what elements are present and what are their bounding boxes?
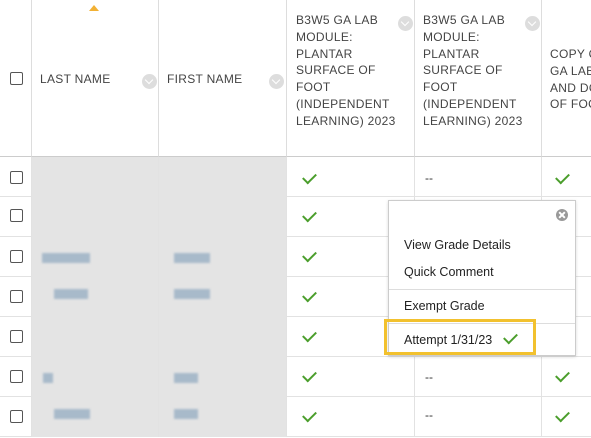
redacted-name: [43, 373, 53, 383]
row-checkbox[interactable]: [10, 330, 23, 343]
first-name-cell[interactable]: [159, 397, 287, 437]
chevron-down-icon[interactable]: [398, 16, 413, 31]
first-name-cell[interactable]: [159, 157, 287, 197]
grade-cell[interactable]: [287, 157, 415, 197]
row-checkbox[interactable]: [10, 370, 23, 383]
row-select-cell: [0, 357, 32, 397]
first-name-cell[interactable]: [159, 277, 287, 317]
checkmark-icon: [302, 169, 317, 185]
checkmark-icon: [555, 169, 570, 185]
checkmark-icon: [302, 287, 317, 303]
row-select-cell: [0, 157, 32, 197]
row-select-cell: [0, 277, 32, 317]
header-last-name[interactable]: LAST NAME: [32, 0, 159, 157]
last-name-cell[interactable]: [32, 157, 159, 197]
header-last-name-label: LAST NAME: [40, 72, 111, 86]
row-select-cell: [0, 397, 32, 437]
header-select-cell: [0, 0, 32, 157]
grade-cell[interactable]: --: [415, 157, 542, 197]
select-all-checkbox[interactable]: [10, 72, 23, 85]
redacted-name: [54, 409, 90, 419]
header-column-1-label: B3W5 GA LAB MODULE: PLANTAR SURFACE OF F…: [296, 13, 396, 128]
checkmark-icon: [302, 247, 317, 263]
last-name-cell[interactable]: [32, 397, 159, 437]
grade-cell[interactable]: [542, 357, 591, 397]
row-checkbox[interactable]: [10, 209, 23, 222]
checkmark-icon: [302, 207, 317, 223]
checkmark-icon: [302, 407, 317, 423]
menu-item-exempt-grade[interactable]: Exempt Grade: [404, 299, 485, 313]
last-name-cell[interactable]: [32, 197, 159, 237]
chevron-down-icon[interactable]: [142, 74, 157, 89]
redacted-name: [54, 289, 88, 299]
chevron-down-icon[interactable]: [525, 16, 540, 31]
row-select-cell: [0, 197, 32, 237]
first-name-cell[interactable]: [159, 317, 287, 357]
header-column-3[interactable]: COPY OF GA LAB AND DO OF FOOT: [542, 0, 591, 157]
header-column-3-label: COPY OF GA LAB AND DO OF FOOT: [550, 47, 591, 112]
menu-item-quick-comment[interactable]: Quick Comment: [404, 265, 494, 279]
first-name-cell[interactable]: [159, 357, 287, 397]
grade-value: --: [425, 171, 433, 185]
grade-cell[interactable]: --: [415, 397, 542, 437]
redacted-name: [42, 253, 90, 263]
menu-divider: [389, 289, 575, 290]
row-checkbox[interactable]: [10, 290, 23, 303]
header-first-name[interactable]: FIRST NAME: [159, 0, 287, 157]
grade-cell[interactable]: [542, 397, 591, 437]
grade-value: --: [425, 408, 433, 422]
checkmark-icon: [302, 327, 317, 343]
grade-cell[interactable]: [542, 157, 591, 197]
attempt-highlight-box: [384, 319, 536, 355]
redacted-name: [174, 373, 198, 383]
first-name-cell[interactable]: [159, 197, 287, 237]
header-first-name-label: FIRST NAME: [167, 72, 243, 86]
table-row: --: [0, 157, 591, 197]
row-checkbox[interactable]: [10, 250, 23, 263]
grade-center-grid: LAST NAME FIRST NAME B3W5 GA LAB MODULE:…: [0, 0, 591, 438]
header-column-2-label: B3W5 GA LAB MODULE: PLANTAR SURFACE OF F…: [423, 13, 523, 128]
sort-ascending-icon: [89, 5, 99, 11]
chevron-down-icon[interactable]: [269, 74, 284, 89]
last-name-cell[interactable]: [32, 237, 159, 277]
last-name-cell[interactable]: [32, 317, 159, 357]
table-row: --: [0, 397, 591, 437]
header-column-1[interactable]: B3W5 GA LAB MODULE: PLANTAR SURFACE OF F…: [287, 0, 415, 157]
row-select-cell: [0, 317, 32, 357]
row-select-cell: [0, 237, 32, 277]
checkmark-icon: [302, 367, 317, 383]
table-row: --: [0, 357, 591, 397]
redacted-name: [174, 409, 198, 419]
redacted-name: [174, 289, 210, 299]
header-column-2[interactable]: B3W5 GA LAB MODULE: PLANTAR SURFACE OF F…: [415, 0, 542, 157]
grade-value: --: [425, 370, 433, 384]
redacted-name: [174, 253, 210, 263]
last-name-cell[interactable]: [32, 357, 159, 397]
close-icon[interactable]: [556, 209, 568, 221]
grade-cell[interactable]: [287, 357, 415, 397]
checkmark-icon: [555, 407, 570, 423]
row-checkbox[interactable]: [10, 171, 23, 184]
menu-item-view-grade-details[interactable]: View Grade Details: [404, 238, 511, 252]
row-checkbox[interactable]: [10, 410, 23, 423]
grade-cell[interactable]: [287, 397, 415, 437]
first-name-cell[interactable]: [159, 237, 287, 277]
checkmark-icon: [555, 367, 570, 383]
grade-cell[interactable]: --: [415, 357, 542, 397]
last-name-cell[interactable]: [32, 277, 159, 317]
